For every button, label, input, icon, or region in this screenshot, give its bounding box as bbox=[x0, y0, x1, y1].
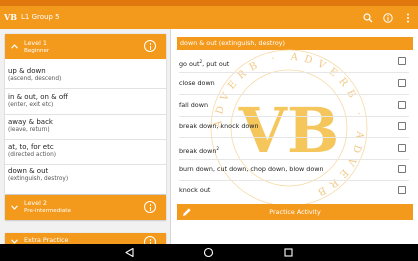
back-icon[interactable] bbox=[124, 247, 135, 258]
app-bar: VB L1 Group 5 bbox=[0, 6, 418, 29]
phrasal-verb-label: burn down, cut down, chop down, blow dow… bbox=[179, 165, 324, 173]
more-vert-icon[interactable] bbox=[401, 11, 414, 24]
phrasal-verb-label: knock out bbox=[179, 186, 211, 194]
phrasal-verb-label: break down, knock down bbox=[179, 122, 259, 130]
extra-practice-info-icon[interactable] bbox=[144, 236, 156, 244]
checkbox[interactable] bbox=[398, 144, 406, 152]
checkbox[interactable] bbox=[398, 165, 406, 173]
extra-practice-card: Extra Practice bbox=[5, 233, 166, 244]
phrasal-verb-row[interactable]: close down bbox=[179, 73, 411, 94]
practice-activity-label: Practice Activity bbox=[269, 208, 321, 216]
level-2-card: Level 2 Pre-intermediate bbox=[5, 195, 166, 220]
phrasal-verb-label: fall down bbox=[179, 101, 208, 109]
level-2-info-icon[interactable] bbox=[144, 201, 156, 213]
search-icon[interactable] bbox=[361, 11, 374, 24]
checkbox[interactable] bbox=[398, 186, 406, 194]
topic-title: up & down bbox=[8, 67, 46, 75]
topic-item[interactable]: at, to, for etc (directed action) bbox=[8, 143, 158, 159]
level-1-title: Level 1 bbox=[24, 39, 47, 47]
info-icon[interactable] bbox=[381, 11, 394, 24]
phrasal-verb-row[interactable]: go out2, put out bbox=[179, 51, 411, 72]
phrasal-verb-row[interactable]: knock out bbox=[179, 180, 411, 201]
topic-subtitle: (directed action) bbox=[8, 152, 57, 158]
level-2-subtitle: Pre-intermediate bbox=[24, 208, 71, 214]
level-1-info-icon[interactable] bbox=[144, 40, 156, 52]
topic-item[interactable]: in & out, on & off (enter, exit etc) bbox=[8, 93, 158, 109]
checkbox[interactable] bbox=[398, 101, 406, 109]
level-1-subtitle: Beginner bbox=[24, 48, 50, 54]
level-2-title: Level 2 bbox=[24, 199, 47, 207]
practice-activity-button[interactable]: Practice Activity bbox=[177, 204, 413, 220]
level-2-header[interactable]: Level 2 Pre-intermediate bbox=[5, 195, 166, 220]
topic-title: in & out, on & off bbox=[8, 93, 68, 101]
topic-subtitle: (extinguish, destroy) bbox=[8, 176, 69, 182]
phrasal-verb-row[interactable]: burn down, cut down, chop down, blow dow… bbox=[179, 159, 411, 180]
level-1-header[interactable]: Level 1 Beginner bbox=[5, 34, 166, 59]
recents-icon[interactable] bbox=[283, 247, 294, 258]
phrasal-verb-label: go out2, put out bbox=[179, 59, 230, 68]
phrasal-verb-row[interactable]: break down, knock down bbox=[179, 116, 411, 137]
topic-item[interactable]: up & down (ascend, descend) bbox=[8, 67, 158, 83]
phrasal-verb-row[interactable]: fall down bbox=[179, 95, 411, 116]
topic-item-selected[interactable]: down & out (extinguish, destroy) bbox=[8, 167, 158, 183]
app-title: L1 Group 5 bbox=[21, 13, 60, 21]
levels-pane: Level 1 Beginner up & down (ascend, desc… bbox=[0, 29, 170, 244]
checkbox[interactable] bbox=[398, 122, 406, 130]
topic-title: at, to, for etc bbox=[8, 143, 54, 151]
phrasal-verb-row[interactable]: break down2 bbox=[179, 138, 411, 159]
divider bbox=[5, 164, 166, 165]
topic-subtitle: (ascend, descend) bbox=[8, 76, 62, 82]
checkbox[interactable] bbox=[398, 57, 406, 65]
divider bbox=[5, 139, 166, 140]
phrasal-verb-label: close down bbox=[179, 79, 215, 87]
checkbox[interactable] bbox=[398, 79, 406, 87]
topic-title: away & back bbox=[8, 118, 53, 126]
extra-practice-header[interactable]: Extra Practice bbox=[5, 233, 166, 244]
topic-subtitle: (leave, return) bbox=[8, 127, 50, 133]
topic-subtitle: (enter, exit etc) bbox=[8, 102, 54, 108]
topic-item[interactable]: away & back (leave, return) bbox=[8, 118, 158, 134]
divider bbox=[5, 114, 166, 115]
topic-title: down & out bbox=[8, 167, 49, 175]
phrasal-verb-label: break down2 bbox=[179, 146, 220, 155]
navigation-bar bbox=[0, 244, 418, 261]
chevron-down-icon bbox=[11, 205, 18, 210]
chevron-up-icon bbox=[11, 44, 18, 49]
divider bbox=[5, 88, 166, 89]
app-logo: VB bbox=[4, 12, 17, 22]
extra-practice-title: Extra Practice bbox=[24, 236, 69, 244]
home-icon[interactable] bbox=[203, 247, 214, 258]
